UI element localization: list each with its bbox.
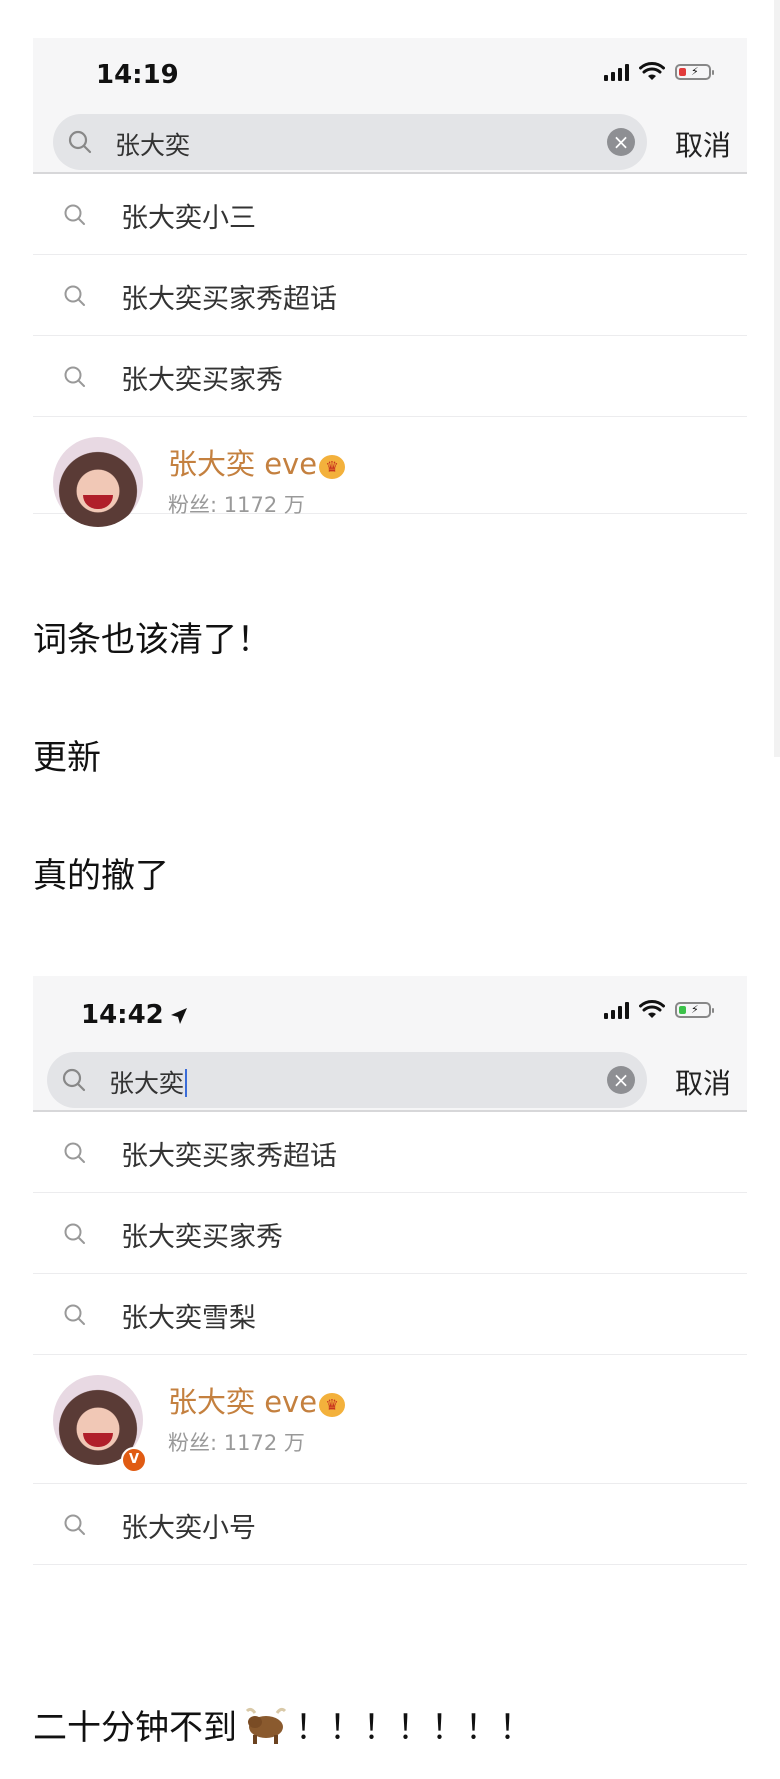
search-icon (64, 1304, 85, 1325)
suggestion-item[interactable]: 张大奕小号 (33, 1484, 747, 1565)
search-query: 张大奕 (115, 131, 191, 160)
wifi-icon (639, 1000, 665, 1018)
signal-icon (604, 63, 629, 81)
status-time: 14:42 (81, 1000, 188, 1030)
verified-badge: V (121, 1447, 147, 1473)
text-caret (185, 1069, 188, 1097)
signal-icon (604, 1001, 629, 1019)
user-result[interactable]: V 张大奕 eve ♛ 粉丝: 1172 万 (33, 1355, 747, 1484)
search-icon (64, 204, 85, 225)
search-row: 张大奕 × 取消 (33, 110, 747, 174)
search-icon (64, 285, 85, 306)
user-name: 张大奕 eve ♛ (168, 1379, 346, 1421)
user-result[interactable]: 张大奕 eve ♛ 粉丝: 1172 万 (33, 417, 747, 527)
crown-icon: ♛ (319, 1393, 346, 1417)
screenshot-1: 14:19 ⚡ 张大奕 × 取消 张大奕小三 张大奕买家秀超话 张大奕买家秀 张… (33, 38, 747, 541)
battery-icon: ⚡ (675, 1002, 714, 1018)
caption-1: 词条也该清了！ (33, 620, 271, 660)
suggestion-item[interactable]: 张大奕买家秀 (33, 1193, 747, 1274)
search-icon (68, 130, 92, 154)
clear-icon[interactable]: × (607, 128, 635, 156)
cancel-button[interactable]: 取消 (675, 1062, 731, 1102)
search-icon (64, 366, 85, 387)
suggestion-item[interactable]: 张大奕买家秀 (33, 336, 747, 417)
search-input[interactable]: 张大奕 × (47, 1052, 647, 1108)
caption-2: 更新 (33, 738, 101, 778)
avatar (53, 437, 143, 527)
clear-icon[interactable]: × (607, 1066, 635, 1094)
search-row: 张大奕 × 取消 (33, 1048, 747, 1112)
search-icon (64, 1514, 85, 1535)
status-icons: ⚡ (604, 62, 714, 82)
user-name: 张大奕 eve ♛ (168, 441, 346, 483)
page-edge (774, 0, 780, 757)
fans-count: 粉丝: 1172 万 (168, 1431, 305, 1455)
suggestion-label: 张大奕买家秀 (121, 365, 283, 396)
suggestion-label: 张大奕小号 (121, 1513, 256, 1544)
suggestion-label: 张大奕买家秀超话 (121, 284, 337, 315)
status-icons: ⚡ (604, 1000, 714, 1020)
suggestion-list: 张大奕买家秀超话 张大奕买家秀 张大奕雪梨 V 张大奕 eve ♛ 粉丝: 117… (33, 1112, 747, 1565)
suggestion-item[interactable]: 张大奕小三 (33, 174, 747, 255)
search-icon (62, 1068, 86, 1092)
suggestion-item[interactable]: 张大奕买家秀超话 (33, 1112, 747, 1193)
screenshot-2: 14:42 ⚡ 张大奕 × 取消 张大奕买家秀超话 张大奕买家秀 张大奕雪梨 V… (33, 976, 747, 1600)
ox-emoji (245, 1707, 287, 1744)
location-arrow-icon (170, 1008, 187, 1024)
status-bar: 14:19 ⚡ (33, 38, 747, 110)
search-input[interactable]: 张大奕 × (53, 114, 647, 170)
status-time: 14:19 (96, 60, 179, 90)
suggestion-list: 张大奕小三 张大奕买家秀超话 张大奕买家秀 张大奕 eve ♛ 粉丝: 1172 … (33, 174, 747, 527)
suggestion-label: 张大奕小三 (121, 203, 256, 234)
caption-4: 二十分钟不到！！！！！！！ (33, 1700, 533, 1749)
cancel-button[interactable]: 取消 (675, 124, 731, 164)
wifi-icon (639, 62, 665, 80)
suggestion-label: 张大奕雪梨 (121, 1303, 256, 1334)
fans-count: 粉丝: 1172 万 (168, 493, 305, 517)
battery-icon: ⚡ (675, 64, 714, 80)
caption-3: 真的撤了 (33, 856, 169, 896)
suggestion-label: 张大奕买家秀 (121, 1222, 283, 1253)
suggestion-item[interactable]: 张大奕买家秀超话 (33, 255, 747, 336)
suggestion-item[interactable]: 张大奕雪梨 (33, 1274, 747, 1355)
search-icon (64, 1223, 85, 1244)
search-icon (64, 1142, 85, 1163)
search-query: 张大奕 (109, 1064, 188, 1100)
status-bar: 14:42 ⚡ (33, 976, 747, 1048)
suggestion-label: 张大奕买家秀超话 (121, 1141, 337, 1172)
crown-icon: ♛ (319, 455, 346, 479)
